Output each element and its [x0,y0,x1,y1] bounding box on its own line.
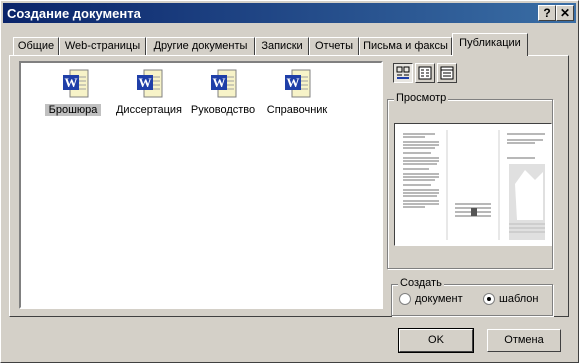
large-icons-view-icon [396,66,410,79]
word-document-icon: W [285,69,311,98]
title-bar[interactable]: Создание документа ? ✕ [3,3,576,23]
cancel-button[interactable]: Отмена [487,329,561,352]
document-label: Справочник [266,104,328,116]
list-view-button[interactable] [415,63,435,83]
list-item-brochure[interactable]: W Брошюра [35,69,115,119]
svg-text:W: W [287,75,300,90]
tab-reports[interactable]: Отчеты [309,37,359,55]
list-view-icon [418,66,432,80]
svg-text:W: W [213,75,226,90]
new-document-dialog: Создание документа ? ✕ Общие Web-страниц… [0,0,579,363]
tab-memos[interactable]: Записки [255,37,309,55]
tab-letters-faxes[interactable]: Письма и факсы [359,37,452,55]
svg-text:W: W [139,75,152,90]
preview-label: Просмотр [394,92,449,104]
tab-web-pages[interactable]: Web-страницы [59,37,146,55]
create-label: Создать [398,277,444,289]
tab-publications[interactable]: Публикации [452,33,528,56]
document-list[interactable]: W Брошюра W Диссертация W Руководство W … [19,61,383,309]
word-document-icon: W [211,69,237,98]
details-view-icon [440,66,454,80]
help-button[interactable]: ? [538,5,556,21]
radio-document-label[interactable]: документ [415,293,463,305]
tab-other-documents[interactable]: Другие документы [146,37,255,55]
radio-document[interactable] [399,293,411,305]
radio-template[interactable] [483,293,495,305]
radio-template-label[interactable]: шаблон [499,293,538,305]
svg-text:W: W [65,75,78,90]
tab-general[interactable]: Общие [13,37,59,55]
preview-image [394,123,552,246]
list-item-dissertation[interactable]: W Диссертация [109,69,189,119]
document-label: Брошюра [45,104,101,116]
close-button[interactable]: ✕ [556,5,574,21]
window-title: Создание документа [7,6,141,21]
brochure-preview-icon [403,130,545,240]
document-label: Диссертация [115,104,183,116]
document-label: Руководство [190,104,256,116]
word-document-icon: W [137,69,163,98]
word-document-icon: W [63,69,89,98]
ok-button[interactable]: OK [398,328,474,353]
large-icons-view-button[interactable] [393,63,413,83]
details-view-button[interactable] [437,63,457,83]
list-item-manual[interactable]: W Руководство [183,69,263,119]
list-item-reference[interactable]: W Справочник [257,69,337,119]
